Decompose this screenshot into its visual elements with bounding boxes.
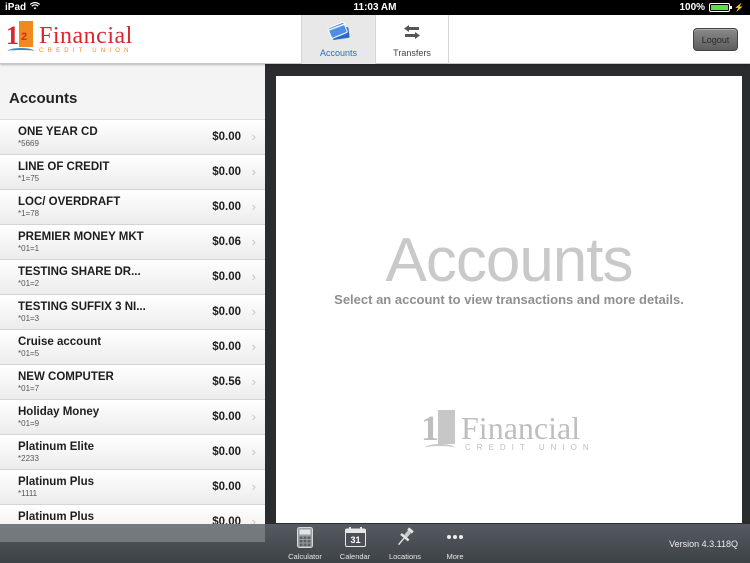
account-list[interactable]: ONE YEAR CD *5669 $0.00 › LINE OF CREDIT *1=7… — [0, 120, 265, 524]
account-balance: $0.00 — [212, 341, 241, 353]
logo-mark-icon: 1 2 — [6, 21, 36, 54]
tool-label: Locations — [388, 552, 422, 561]
status-bar: iPad 11:03 AM 100% ⚡ — [0, 0, 750, 15]
tool-label: Calculator — [288, 552, 322, 561]
transfer-arrows-icon — [403, 21, 421, 43]
watermark-logo: 1 Financial CREDIT UNION — [421, 410, 595, 452]
account-row[interactable]: TESTING SUFFIX 3 NI... *01=3 $0.00 › — [0, 295, 265, 330]
chevron-right-icon: › — [251, 164, 256, 179]
chevron-right-icon: › — [251, 269, 256, 284]
panel-title: Accounts — [0, 64, 265, 120]
placeholder-title: Accounts — [385, 226, 633, 295]
more-dots-icon — [446, 526, 464, 548]
placeholder-subtitle: Select an account to view transactions a… — [334, 292, 684, 307]
account-row[interactable]: NEW COMPUTER *01=7 $0.56 › — [0, 365, 265, 400]
account-row[interactable]: Platinum Plus*3456$0.00› — [0, 505, 265, 524]
calculator-icon — [297, 526, 313, 548]
account-balance: $0.56 — [212, 376, 241, 388]
account-row[interactable]: LINE OF CREDIT *1=75 $0.00 › — [0, 155, 265, 190]
chevron-right-icon: › — [251, 339, 256, 354]
account-row[interactable]: LOC/ OVERDRAFT *1=78 $0.00 › — [0, 190, 265, 225]
account-balance: $0.00 — [212, 481, 241, 493]
tab-label: Accounts — [319, 48, 358, 58]
account-balance: $0.00 — [212, 166, 241, 178]
brand-logo: 1 2 Financial CREDIT UNION — [6, 21, 133, 54]
account-row[interactable]: PREMIER MONEY MKT *01=1 $0.06 › — [0, 225, 265, 260]
accounts-panel: Accounts ONE YEAR CD *5669 $0.00 › LINE OF C… — [0, 64, 265, 524]
account-row[interactable]: Platinum Elite *2233 $0.00 › — [0, 435, 265, 470]
app-root: iPad 11:03 AM 100% ⚡ 1 2 Financial CREDI… — [0, 0, 750, 563]
locations-button[interactable]: Locations — [380, 526, 430, 561]
tab-accounts[interactable]: Accounts — [301, 15, 375, 64]
app-version: Version 4.3.118Q — [669, 539, 738, 549]
more-button[interactable]: More — [430, 526, 480, 561]
chevron-right-icon: › — [251, 304, 256, 319]
watermark-name: Financial — [461, 410, 581, 446]
watermark-subtitle: CREDIT UNION — [465, 443, 595, 452]
bottom-toolbar: Calculator 31 Calendar Locations More Ve… — [0, 524, 750, 563]
chevron-right-icon: › — [251, 444, 256, 459]
chevron-right-icon: › — [251, 234, 256, 249]
logo-subtitle: CREDIT UNION — [39, 48, 133, 54]
account-balance: $0.00 — [212, 446, 241, 458]
tab-transfers[interactable]: Transfers — [375, 15, 449, 64]
account-balance: $0.00 — [212, 516, 241, 524]
app-header: 1 2 Financial CREDIT UNION Accounts Tran… — [0, 15, 750, 64]
detail-pane: Accounts Select an account to view trans… — [276, 76, 742, 523]
pushpin-icon — [395, 526, 415, 548]
battery-icon — [709, 3, 733, 12]
account-row[interactable]: Cruise account *01=5 $0.00 › — [0, 330, 265, 365]
tab-label: Transfers — [393, 48, 431, 58]
tool-label: Calendar — [339, 552, 371, 561]
credit-cards-icon — [327, 21, 351, 43]
tool-label: More — [446, 552, 464, 561]
account-balance: $0.00 — [212, 131, 241, 143]
main-tabs: Accounts Transfers — [301, 15, 449, 64]
calculator-button[interactable]: Calculator — [280, 526, 330, 561]
account-balance: $0.00 — [212, 271, 241, 283]
logo-name: Financial — [39, 23, 133, 49]
account-row[interactable]: Holiday Money *01=9 $0.00 › — [0, 400, 265, 435]
account-balance: $0.00 — [212, 306, 241, 318]
chevron-right-icon: › — [251, 374, 256, 389]
account-row[interactable]: TESTING SHARE DR... *01=2 $0.00 › — [0, 260, 265, 295]
chevron-right-icon: › — [251, 199, 256, 214]
account-balance: $0.00 — [212, 201, 241, 213]
chevron-right-icon: › — [251, 409, 256, 424]
svg-text:31: 31 — [350, 535, 360, 545]
chevron-right-icon: › — [251, 479, 256, 494]
account-row[interactable]: ONE YEAR CD *5669 $0.00 › — [0, 120, 265, 155]
account-balance: $0.00 — [212, 411, 241, 423]
account-balance: $0.06 — [212, 236, 241, 248]
clock: 11:03 AM — [353, 2, 397, 13]
charging-icon: ⚡ — [734, 3, 744, 12]
calendar-icon: 31 — [344, 526, 366, 548]
calendar-button[interactable]: 31 Calendar — [330, 526, 380, 561]
watermark-mark-icon: 1 — [421, 410, 459, 452]
logout-button[interactable]: Logout — [693, 28, 738, 51]
chevron-right-icon: › — [251, 129, 256, 144]
account-row[interactable]: Platinum Plus *1111 $0.00 › — [0, 470, 265, 505]
chevron-right-icon: › — [251, 514, 256, 524]
battery-percent: 100% — [679, 2, 706, 13]
